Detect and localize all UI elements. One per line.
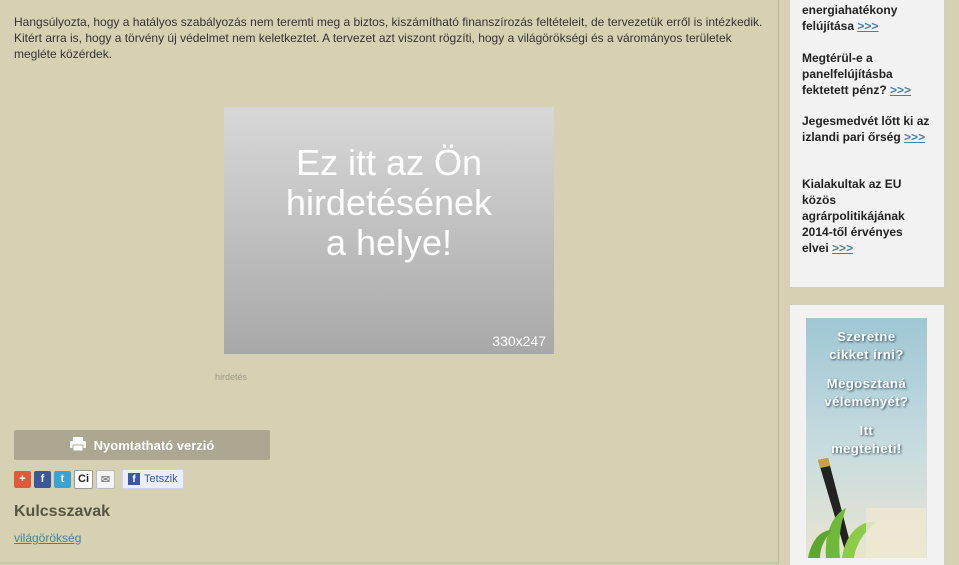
- related-article-title: Kialakultak az EU közös agrárpolitikáján…: [802, 177, 905, 255]
- banner-line: Megosztaná: [826, 376, 907, 391]
- iwiw-icon[interactable]: Ci: [74, 469, 93, 489]
- twitter-icon[interactable]: t: [54, 470, 71, 488]
- related-article[interactable]: Kialakultak az EU közös agrárpolitikáján…: [802, 176, 932, 256]
- fountain-pen-icon: [808, 458, 926, 558]
- banner-line: megteheti!: [831, 441, 902, 456]
- more-link[interactable]: >>>: [832, 241, 853, 255]
- facebook-icon[interactable]: f: [34, 470, 51, 488]
- write-article-panel: Szeretne cikket írni? Megosztaná vélemén…: [789, 304, 945, 565]
- keywords-title: Kulcsszavak: [14, 503, 111, 520]
- print-version-label: Nyomtatható verzió: [93, 437, 215, 453]
- main-content: Hangsúlyozta, hogy a hatályos szabályozá…: [0, 0, 779, 564]
- keyword-link[interactable]: világörökség: [14, 531, 81, 545]
- banner-line: Szeretne: [837, 329, 896, 344]
- article-paragraph: Kitért arra is, hogy a törvény új védelm…: [14, 31, 732, 61]
- add-share-icon[interactable]: +: [14, 470, 31, 488]
- ad-text: Ez itt az Ön hirdetésének a helye!: [285, 142, 493, 263]
- article-paragraph: Hangsúlyozta, hogy a hatályos szabályozá…: [14, 15, 763, 29]
- article-body: Hangsúlyozta, hogy a hatályos szabályozá…: [14, 14, 764, 62]
- related-article-title: Megtérül-e a panelfelújításba fektetett …: [802, 51, 893, 97]
- ad-placeholder[interactable]: Ez itt az Ön hirdetésének a helye! 330x2…: [224, 107, 554, 354]
- more-link[interactable]: >>>: [857, 19, 878, 33]
- facebook-like-button[interactable]: f Tetszik: [122, 469, 184, 489]
- related-articles-panel: energiahatékony felújítása >>> Megtérül-…: [789, 0, 945, 288]
- printer-icon: [69, 436, 86, 454]
- related-article-title: energiahatékony felújítása: [802, 3, 898, 33]
- banner-line: véleményét?: [824, 394, 909, 409]
- related-article[interactable]: Megtérül-e a panelfelújításba fektetett …: [802, 50, 932, 98]
- write-article-banner[interactable]: Szeretne cikket írni? Megosztaná vélemén…: [806, 318, 927, 558]
- related-article[interactable]: Jegesmedvét lőtt ki az izlandi pari őrsé…: [802, 113, 932, 145]
- banner-line: cikket írni?: [829, 347, 904, 362]
- email-icon[interactable]: ✉: [96, 469, 115, 489]
- like-label: Tetszik: [144, 473, 178, 485]
- related-article[interactable]: energiahatékony felújítása >>>: [802, 2, 932, 34]
- print-version-button[interactable]: Nyomtatható verzió: [14, 430, 270, 460]
- share-toolbar: + f t Ci ✉ f Tetszik: [14, 469, 184, 489]
- ad-label: hirdetés: [215, 372, 248, 382]
- more-link[interactable]: >>>: [904, 130, 925, 144]
- facebook-icon: f: [128, 473, 140, 485]
- banner-line: Itt: [859, 423, 874, 438]
- ad-size: 330x247: [492, 333, 546, 349]
- more-link[interactable]: >>>: [890, 83, 911, 97]
